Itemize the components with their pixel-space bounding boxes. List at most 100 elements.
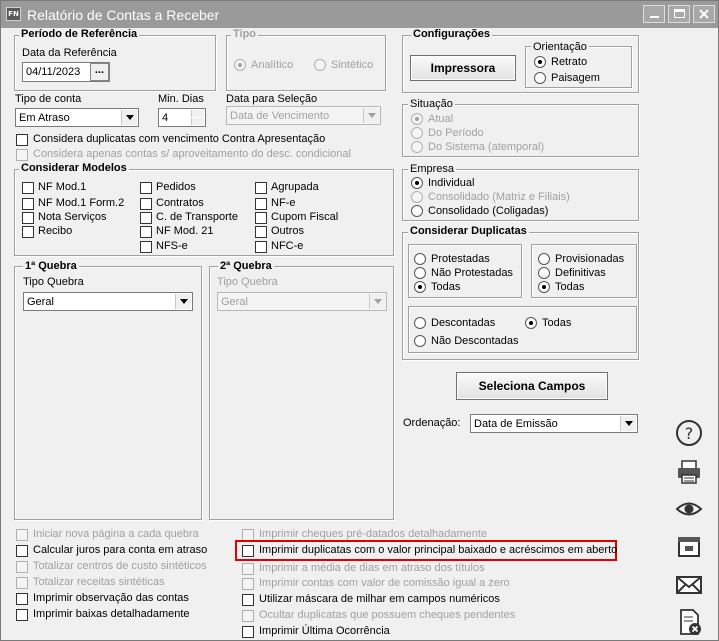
eye-icon: [675, 502, 703, 516]
archive-icon: [678, 537, 700, 557]
retrato-label: Retrato: [551, 56, 588, 68]
mascara-milhar-checkbox[interactable]: [242, 594, 254, 606]
duplicatas-baixado-label: Imprimir duplicatas com o valor principa…: [259, 544, 618, 556]
modelo-checkbox[interactable]: [140, 198, 152, 210]
printer-icon: [678, 460, 700, 484]
comissao-zero-checkbox[interactable]: [242, 578, 254, 590]
todas-descontadas-radio[interactable]: [525, 317, 537, 329]
totalizar-centros-checkbox[interactable]: [16, 561, 28, 573]
quebra2-select[interactable]: Geral: [217, 292, 387, 311]
nao-descontadas-radio[interactable]: [414, 335, 426, 347]
empresa-coligadas-radio[interactable]: [411, 205, 423, 217]
todas-protestadas-radio[interactable]: [414, 281, 426, 293]
modelo-checkbox[interactable]: [255, 198, 267, 210]
totalizar-receitas-checkbox[interactable]: [16, 577, 28, 589]
modelo-checkbox[interactable]: [140, 182, 152, 194]
svg-text:?: ?: [685, 424, 694, 443]
tipo-conta-label: Tipo de conta: [15, 93, 82, 105]
calcular-juros-checkbox[interactable]: [16, 545, 28, 557]
empresa-coligadas-label: Consolidado (Coligadas): [428, 205, 549, 217]
modelo-checkbox[interactable]: [140, 212, 152, 224]
apresentacao-checkbox[interactable]: [16, 134, 28, 146]
empresa-consolidado-radio[interactable]: [411, 191, 423, 203]
empresa-individual-radio[interactable]: [411, 177, 423, 189]
situacao-atual-radio[interactable]: [411, 113, 423, 125]
chevron-down-icon: [369, 294, 385, 309]
retrato-radio[interactable]: [534, 56, 546, 68]
minimize-icon: [650, 16, 659, 18]
media-dias-checkbox[interactable]: [242, 563, 254, 575]
nova-pagina-label: Iniciar nova página a cada quebra: [33, 528, 199, 540]
imprimir-observacao-checkbox[interactable]: [16, 593, 28, 605]
tipo-conta-select[interactable]: Em Atraso: [15, 108, 139, 127]
modelo-checkbox[interactable]: [255, 226, 267, 238]
calcular-juros-label: Calcular juros para conta em atraso: [33, 544, 208, 556]
nova-pagina-checkbox[interactable]: [16, 529, 28, 541]
sintetico-radio[interactable]: [314, 59, 326, 71]
empresa-individual-label: Individual: [428, 177, 475, 189]
nao-protestadas-radio[interactable]: [414, 267, 426, 279]
modelo-checkbox[interactable]: [22, 212, 34, 224]
ultima-ocorrencia-checkbox[interactable]: [242, 626, 254, 638]
maximize-button[interactable]: [668, 5, 690, 23]
apresentacao-label: Considera duplicatas com vencimento Cont…: [33, 133, 326, 145]
definitivas-radio[interactable]: [538, 267, 550, 279]
imprimir-baixas-checkbox[interactable]: [16, 609, 28, 621]
aproveitamento-checkbox[interactable]: [16, 149, 28, 161]
quebra2-legend: 2ª Quebra: [218, 260, 274, 272]
situacao-sistema-radio[interactable]: [411, 141, 423, 153]
impressora-button[interactable]: Impressora: [410, 55, 516, 81]
paisagem-label: Paisagem: [551, 72, 600, 84]
modelo-checkbox[interactable]: [255, 182, 267, 194]
ordenacao-select[interactable]: Data de Emissão: [470, 414, 638, 433]
seleciona-campos-button[interactable]: Seleciona Campos: [456, 372, 608, 400]
modelo-label: Outros: [271, 225, 305, 237]
modelo-checkbox[interactable]: [140, 241, 152, 253]
situacao-periodo-radio[interactable]: [411, 127, 423, 139]
ocultar-duplicatas-label: Ocultar duplicatas que possuem cheques p…: [259, 609, 516, 621]
descontadas-label: Descontadas: [431, 317, 496, 329]
duplicatas-baixado-checkbox[interactable]: [242, 545, 254, 557]
modelo-checkbox[interactable]: [22, 226, 34, 238]
minimize-button[interactable]: [643, 5, 665, 23]
comissao-zero-label: Imprimir contas com valor de comissão ig…: [259, 577, 510, 589]
definitivas-label: Definitivas: [555, 267, 606, 279]
descontadas-radio[interactable]: [414, 317, 426, 329]
nao-protestadas-label: Não Protestadas: [431, 267, 513, 279]
export-button[interactable]: [673, 531, 705, 563]
cancel-document-button[interactable]: [673, 606, 705, 638]
spin-up-icon[interactable]: [191, 110, 204, 117]
modelo-label: NF Mod. 21: [156, 225, 214, 237]
empresa-consolidado-label: Consolidado (Matriz e Filiais): [428, 191, 570, 203]
modelo-checkbox[interactable]: [22, 182, 34, 194]
min-dias-stepper[interactable]: 4: [158, 108, 206, 127]
calendar-button[interactable]: ...: [90, 63, 109, 81]
totalizar-receitas-label: Totalizar receitas sintéticas: [33, 576, 165, 588]
todas-provisionadas-radio[interactable]: [538, 281, 550, 293]
modelo-checkbox[interactable]: [22, 198, 34, 210]
email-button[interactable]: [673, 569, 705, 601]
analitico-radio[interactable]: [234, 59, 246, 71]
protestadas-radio[interactable]: [414, 253, 426, 265]
media-dias-label: Imprimir a média de dias em atraso dos t…: [259, 562, 485, 574]
close-button[interactable]: [693, 5, 715, 23]
chevron-down-icon: [121, 110, 137, 125]
modelo-checkbox[interactable]: [255, 241, 267, 253]
ocultar-duplicatas-checkbox[interactable]: [242, 610, 254, 622]
provisionadas-radio[interactable]: [538, 253, 550, 265]
paisagem-radio[interactable]: [534, 72, 546, 84]
spin-down-icon[interactable]: [191, 118, 204, 125]
modelo-label: Contratos: [156, 197, 204, 209]
todas-provisionadas-label: Todas: [555, 281, 585, 293]
help-icon: ?: [676, 420, 702, 446]
help-button[interactable]: ?: [673, 417, 705, 449]
min-dias-label: Min. Dias: [158, 93, 204, 105]
print-button[interactable]: [673, 456, 705, 488]
quebra1-select[interactable]: Geral: [23, 292, 193, 311]
data-selecao-select[interactable]: Data de Vencimento: [226, 106, 381, 125]
preview-button[interactable]: [673, 493, 705, 525]
modelo-checkbox[interactable]: [255, 212, 267, 224]
chevron-down-icon: [620, 416, 636, 431]
sintetico-label: Sintético: [331, 59, 374, 71]
modelo-checkbox[interactable]: [140, 226, 152, 238]
